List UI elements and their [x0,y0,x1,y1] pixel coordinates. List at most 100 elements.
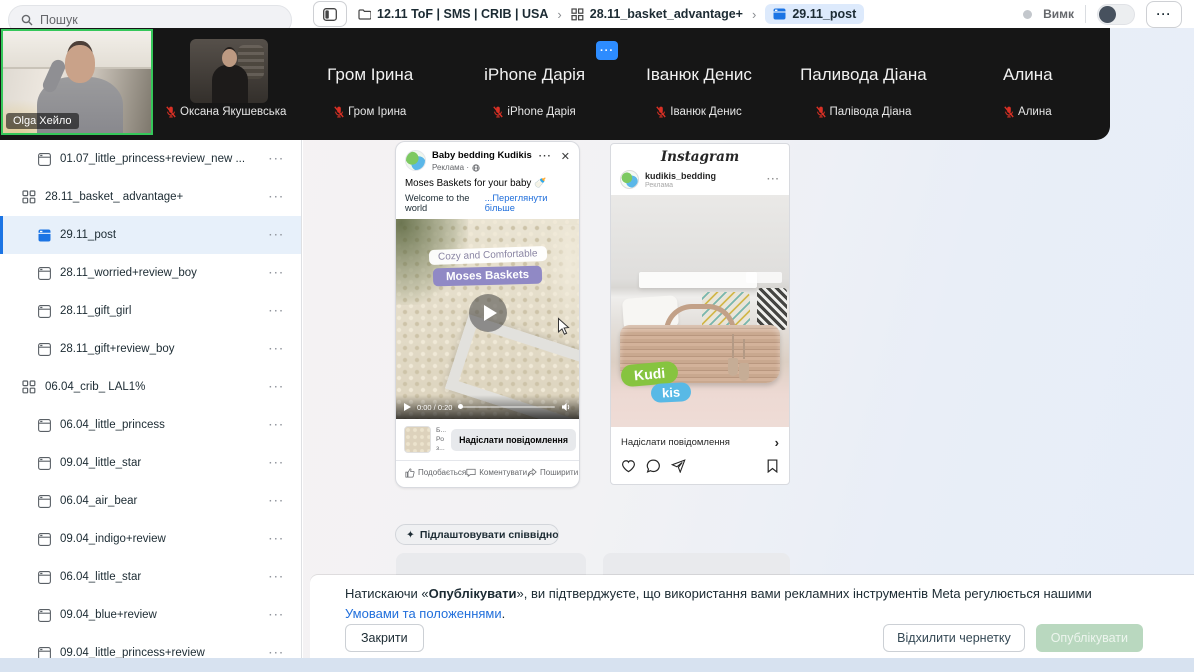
sidebar-item-ad[interactable]: 06.04_air_bear ··· [0,482,301,520]
sidebar-toggle-button[interactable] [313,1,347,27]
page-name[interactable]: Baby bedding Kudikis [432,150,532,161]
sidebar-item-ad[interactable]: 28.11_gift+review_boy ··· [0,330,301,368]
post-options-button[interactable]: ··· [539,151,552,162]
video-progress-bar[interactable] [458,406,555,409]
row-options-button[interactable]: ··· [269,154,285,165]
sidebar-item-adset[interactable]: 28.11_basket_ advantage+ ··· [0,178,301,216]
preview-placeholder [396,553,586,575]
send-message-row[interactable]: Надіслати повідомлення › [611,427,789,454]
bookmark-icon[interactable] [766,459,779,473]
see-more-link[interactable]: ...Переглянути більше [485,193,570,213]
volume-icon[interactable] [561,402,571,412]
row-options-button[interactable]: ··· [269,192,285,203]
sidebar-item-ad[interactable]: 09.04_little_star ··· [0,444,301,482]
ad-post-icon [38,229,51,242]
sidebar-item-ad[interactable]: 01.07_little_princess+review_new ... ··· [0,140,301,178]
row-options-button[interactable]: ··· [269,382,285,393]
folder-icon [358,9,371,20]
ad-video-player[interactable]: Cozy and Comfortable Moses Baskets 0:00 … [396,219,579,419]
review-footer: Натискаючи «Опублікувати», ви підтверджу… [310,575,1194,658]
breadcrumb-chevron: › [557,7,561,22]
sidebar-item-ad[interactable]: 28.11_gift_girl ··· [0,292,301,330]
account-avatar [620,170,639,189]
send-message-button[interactable]: Надіслати повідомлення [451,429,576,451]
sidebar-item-ad[interactable]: 09.04_indigo+review ··· [0,520,301,558]
muted-mic-icon [493,106,503,118]
participant-silhouette [65,45,95,83]
campaign-tree-sidebar: 01.07_little_princess+review_new ... ···… [0,140,302,672]
ad-icon [38,267,51,280]
divider [1085,5,1086,23]
publish-disclaimer: Натискаючи «Опублікувати», ви підтверджу… [345,584,1127,624]
ad-icon [38,305,51,318]
chevron-right-icon: › [775,435,779,450]
muted-mic-icon [166,106,176,118]
video-play-icon[interactable] [404,403,411,411]
sidebar-item-adset[interactable]: 06.04_crib_ LAL1% ··· [0,368,301,406]
topbar-more-button[interactable]: ··· [1146,1,1182,28]
video-controls[interactable]: 0:00 / 0:20 [396,395,579,419]
participant-video-olga[interactable]: Olga Хейло [1,29,153,135]
participant-audio-tile[interactable]: iPhone Дарія iPhone Дарія [452,28,616,140]
adjust-ratio-button[interactable]: ✦ Підлаштовувати співвідно [395,524,559,545]
row-options-button[interactable]: ··· [269,534,285,545]
participant-silhouette [222,49,237,67]
preview-placeholder [603,553,790,575]
terms-link[interactable]: Умовами та положеннями [345,606,502,621]
breadcrumb-campaign[interactable]: 12.11 ToF | SMS | CRIB | USA [358,7,548,21]
like-button[interactable]: Подобається [405,468,466,478]
sidebar-item-ad[interactable]: 09.04_blue+review ··· [0,596,301,634]
comment-icon[interactable] [646,459,661,473]
row-options-button[interactable]: ··· [269,572,285,583]
participant-audio-tile[interactable]: Паливода Діана Палівода Діана [781,28,945,140]
participant-audio-tile[interactable]: Іванюк Денис Іванюк Денис [617,28,781,140]
share-plane-icon[interactable] [671,459,686,473]
sidebar-item-ad[interactable]: 28.11_worried+review_boy ··· [0,254,301,292]
ad-status-toggle[interactable] [1097,4,1135,25]
play-button[interactable] [469,294,507,332]
breadcrumb-ad-current[interactable]: 29.11_post [765,4,864,24]
account-username[interactable]: kudikis_bedding [645,171,716,181]
decorative-pillow [757,288,787,330]
row-options-button[interactable]: ··· [269,610,285,621]
publish-button[interactable]: Опублікувати [1036,624,1143,652]
breadcrumb-chevron: › [752,7,756,22]
participant-audio-tile[interactable]: Гром Ірина Гром Ірина [288,28,452,140]
close-icon[interactable]: ✕ [561,150,570,163]
sidebar-item-ad[interactable]: 06.04_little_princess ··· [0,406,301,444]
discard-draft-button[interactable]: Відхилити чернетку [883,624,1025,652]
cta-caption-line: Б... [436,426,446,435]
comment-icon [466,468,476,478]
participant-label: Іванюк Денис [617,106,781,118]
row-options-button[interactable]: ··· [269,306,285,317]
row-options-button[interactable]: ··· [269,344,285,355]
post-options-button[interactable]: ··· [767,174,780,185]
ad-icon [38,609,51,622]
comment-button[interactable]: Коментувати [466,468,527,478]
row-options-button[interactable]: ··· [269,230,285,241]
row-options-button[interactable]: ··· [269,648,285,659]
facebook-feed-preview: Baby bedding Kudikis Реклама · ··· ✕ Mos… [395,141,580,488]
ig-post-header: kudikis_bedding Реклама ··· [611,167,789,195]
row-options-button[interactable]: ··· [269,420,285,431]
ad-image[interactable]: Kudi kis [611,195,789,427]
participant-video-oksana[interactable] [190,39,268,103]
instagram-logo: Instagram [611,144,789,167]
sidebar-item-ad[interactable]: 06.04_little_star ··· [0,558,301,596]
sidebar-item-label: 28.11_worried+review_boy [60,267,197,279]
breadcrumb-adset[interactable]: 28.11_basket_advantage+ [571,7,743,21]
heart-icon[interactable] [621,459,636,473]
close-button[interactable]: Закрити [345,624,424,652]
basket-tassel [743,339,745,359]
zoom-more-options-button[interactable]: ··· [596,41,618,60]
share-button[interactable]: Поширити [527,468,578,478]
row-options-button[interactable]: ··· [269,496,285,507]
muted-mic-icon [1004,106,1014,118]
row-options-button[interactable]: ··· [269,268,285,279]
sidebar-item-ad-selected[interactable]: 29.11_post ··· [0,216,301,254]
row-options-button[interactable]: ··· [269,458,285,469]
adset-grid-icon [22,190,36,204]
audio-participants: Гром Ірина Гром Ірина iPhone Дарія iPhon… [288,28,1110,140]
toggle-state-label: Вимк [1043,7,1074,21]
participant-audio-tile[interactable]: Алина Алина [946,28,1110,140]
